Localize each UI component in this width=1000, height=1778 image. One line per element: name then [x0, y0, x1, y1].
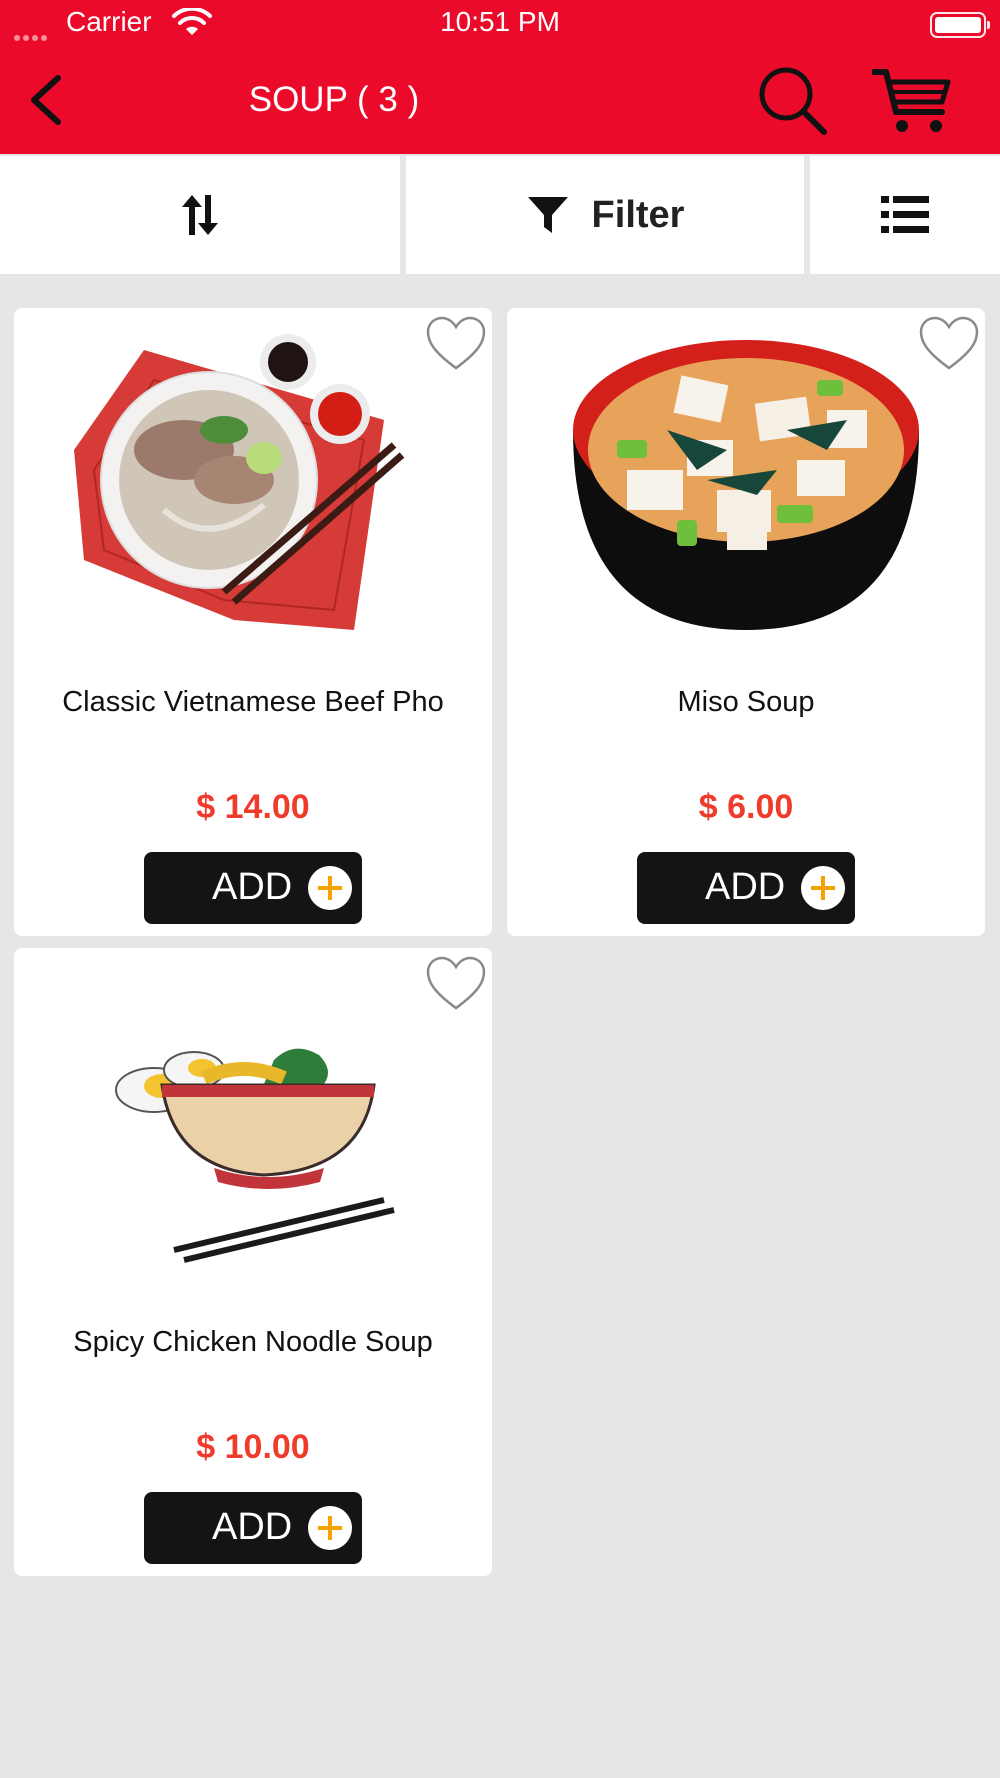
add-to-cart-button[interactable]: ADD	[144, 852, 362, 924]
beef-pho-image	[74, 334, 405, 630]
add-label: ADD	[705, 866, 786, 908]
top-app-bar: Carrier 10:51 PM SOUP ( 3 )	[0, 0, 1000, 154]
list-view-toggle[interactable]	[810, 156, 1000, 274]
filter-label: Filter	[591, 193, 685, 236]
status-time: 10:51 PM	[440, 6, 560, 37]
product-card[interactable]: Spicy Chicken Noodle Soup $ 10.00 ADD	[14, 948, 492, 1576]
battery-icon	[930, 12, 990, 38]
product-price: $ 10.00	[196, 1428, 310, 1466]
product-card[interactable]: Miso Soup $ 6.00 ADD	[507, 308, 985, 936]
sort-arrows-icon	[182, 195, 218, 235]
filter-button[interactable]: Filter	[406, 156, 804, 274]
noodle-soup-image	[115, 1048, 395, 1263]
add-label: ADD	[212, 866, 293, 908]
search-icon[interactable]	[756, 64, 830, 138]
add-to-cart-button[interactable]: ADD	[144, 1492, 362, 1564]
product-name: Miso Soup	[677, 686, 815, 718]
product-card[interactable]: Classic Vietnamese Beef Pho $ 14.00 ADD	[14, 308, 492, 936]
plus-icon	[308, 1506, 352, 1550]
plus-icon	[308, 866, 352, 910]
plus-icon	[801, 866, 845, 910]
page-title: SOUP ( 3 )	[248, 80, 420, 119]
favorite-heart-icon[interactable]	[426, 956, 486, 1012]
favorite-heart-icon[interactable]	[919, 316, 979, 372]
funnel-icon	[527, 197, 568, 233]
miso-soup-image	[573, 340, 919, 630]
cart-icon[interactable]	[872, 66, 954, 136]
favorite-heart-icon[interactable]	[426, 316, 486, 372]
status-bar: Carrier 10:51 PM	[0, 0, 1000, 48]
sort-button[interactable]	[0, 156, 400, 274]
product-price: $ 6.00	[698, 788, 794, 826]
add-to-cart-button[interactable]: ADD	[637, 852, 855, 924]
product-name: Spicy Chicken Noodle Soup	[73, 1326, 433, 1358]
list-view-icon	[881, 196, 929, 233]
add-label: ADD	[212, 1506, 293, 1548]
list-toolbar: Filter	[0, 156, 1000, 274]
product-name: Classic Vietnamese Beef Pho	[62, 686, 444, 718]
product-price: $ 14.00	[196, 788, 310, 826]
